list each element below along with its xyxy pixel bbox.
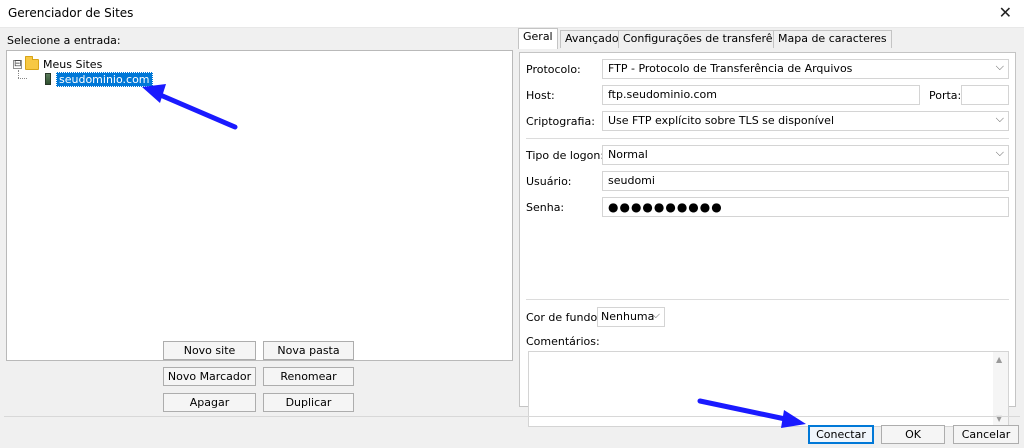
background-color-select[interactable]: Nenhuma — [597, 307, 665, 327]
ok-button[interactable]: OK — [881, 425, 945, 444]
window-title: Gerenciador de Sites — [8, 6, 134, 20]
port-input[interactable] — [961, 85, 1009, 105]
encryption-select[interactable]: Use FTP explícito sobre TLS se disponíve… — [602, 111, 1009, 131]
site-manager-dialog: Selecione a entrada: ⊟ Meus Sites seudom… — [0, 28, 1024, 448]
folder-icon — [25, 55, 39, 70]
tree-item-seudominio[interactable]: seudominio.com — [45, 71, 153, 87]
tree-item-label-selected: seudominio.com — [56, 71, 153, 87]
general-panel: Protocolo: FTP - Protocolo de Transferên… — [519, 52, 1016, 427]
logon-type-label: Tipo de logon: — [526, 149, 605, 162]
password-label: Senha: — [526, 201, 565, 214]
host-input[interactable]: ftp.seudominio.com — [602, 85, 920, 105]
background-color-label: Cor de fundo: — [526, 311, 601, 324]
rename-button[interactable]: Renomear — [263, 367, 354, 386]
divider — [526, 299, 1009, 300]
footer-divider — [4, 416, 1020, 417]
cancel-button[interactable]: Cancelar — [953, 425, 1019, 444]
connect-button[interactable]: Conectar — [808, 425, 874, 444]
password-input[interactable]: ●●●●●●●●●● — [602, 197, 1009, 217]
host-label: Host: — [526, 89, 555, 102]
tree-connector — [18, 70, 19, 78]
comments-scrollbar[interactable]: ▲ ▼ — [993, 352, 1008, 426]
select-entry-label: Selecione a entrada: — [7, 34, 121, 47]
title-bar: Gerenciador de Sites ✕ — [0, 0, 1024, 28]
tab-charset[interactable]: Mapa de caracteres — [773, 30, 892, 48]
server-icon — [45, 73, 51, 85]
close-icon[interactable]: ✕ — [999, 3, 1012, 22]
encryption-label: Criptografia: — [526, 115, 595, 128]
site-tree[interactable]: ⊟ Meus Sites seudominio.com — [6, 50, 513, 361]
new-folder-button[interactable]: Nova pasta — [263, 341, 354, 360]
protocol-label: Protocolo: — [526, 63, 581, 76]
user-input[interactable]: seudomi — [602, 171, 1009, 191]
protocol-select[interactable]: FTP - Protocolo de Transferência de Arqu… — [602, 59, 1009, 79]
tree-item-my-sites[interactable]: ⊟ Meus Sites — [13, 55, 103, 72]
divider — [526, 138, 1009, 139]
scroll-up-icon[interactable]: ▲ — [996, 355, 1002, 364]
tree-item-label: Meus Sites — [43, 57, 103, 71]
tab-advanced[interactable]: Avançado — [560, 30, 624, 48]
comments-label: Comentários: — [526, 335, 600, 348]
port-label: Porta: — [929, 89, 962, 102]
collapse-icon[interactable]: ⊟ — [13, 59, 22, 69]
user-label: Usuário: — [526, 175, 572, 188]
tab-general[interactable]: Geral — [518, 28, 558, 49]
logon-type-select[interactable]: Normal — [602, 145, 1009, 165]
new-site-button[interactable]: Novo site — [163, 341, 256, 360]
new-bookmark-button[interactable]: Novo Marcador — [163, 367, 256, 386]
tree-connector — [18, 78, 27, 79]
delete-button[interactable]: Apagar — [163, 393, 256, 412]
duplicate-button[interactable]: Duplicar — [263, 393, 354, 412]
